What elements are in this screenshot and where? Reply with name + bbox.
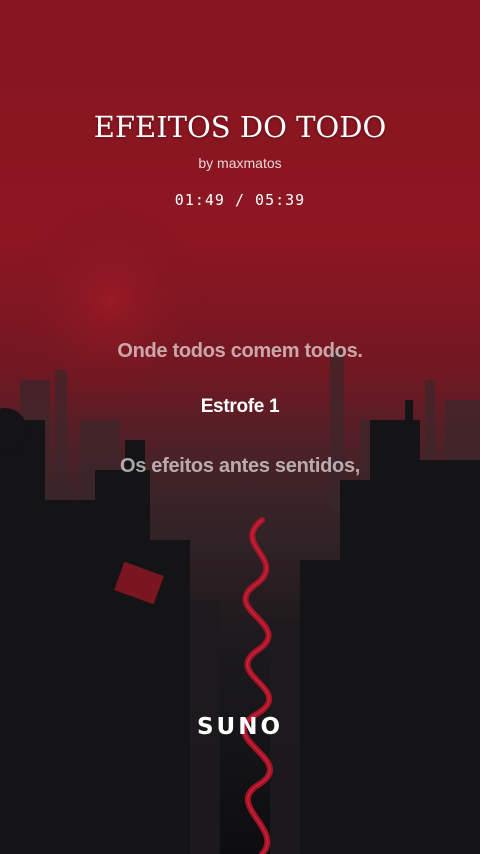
lyric-line-current: Estrofe 1	[200, 396, 280, 417]
suno-logo[interactable]: SUNO	[0, 714, 480, 740]
lyric-line-next: Os efeitos antes sentidos,	[119, 455, 361, 477]
artist-name: by maxmatos	[198, 155, 282, 171]
lyric-line-previous: Onde todos comem todos.	[117, 340, 363, 362]
playback-time: 01:49 / 05:39	[174, 191, 306, 209]
player-overlay: EFEITOS DO TODO by maxmatos 01:49 / 05:3…	[0, 0, 480, 854]
song-title: EFEITOS DO TODO	[93, 110, 387, 144]
